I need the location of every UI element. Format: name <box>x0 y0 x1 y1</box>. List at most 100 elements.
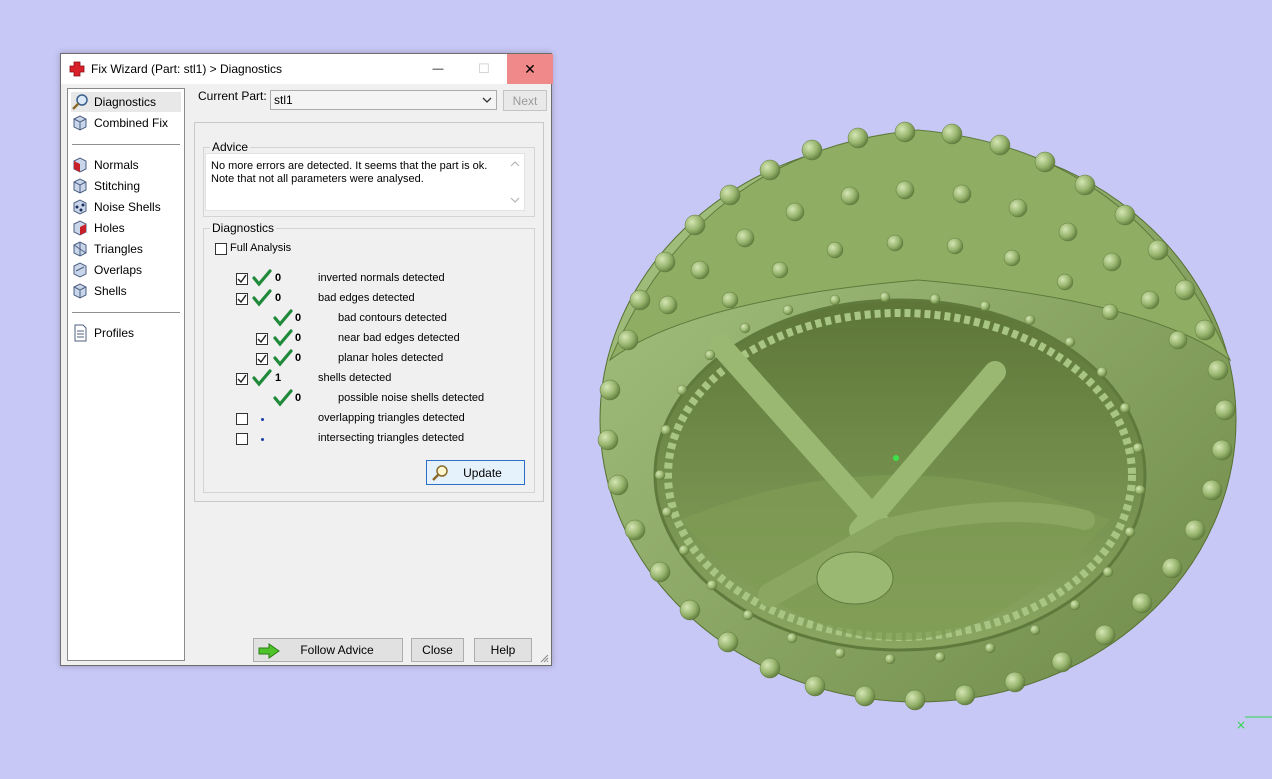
help-button-label: Help <box>490 643 516 657</box>
bad-edges-checkbox[interactable] <box>236 293 248 305</box>
next-button[interactable]: Next <box>503 90 547 111</box>
ok-check-icon <box>252 369 272 387</box>
triangles-icon <box>73 241 87 257</box>
nav-item-holes[interactable]: Holes <box>71 218 125 238</box>
intersecting-triangles-checkbox[interactable] <box>236 433 248 445</box>
overlaps-icon <box>73 262 87 278</box>
full-analysis-label: Full Analysis <box>230 242 292 254</box>
advice-text-box: No more errors are detected. It seems th… <box>205 153 525 211</box>
update-button-label: Update <box>463 465 502 480</box>
pending-dot-icon <box>261 438 264 441</box>
ok-check-icon <box>252 289 272 307</box>
shells-count: 1 <box>275 372 282 384</box>
overlapping-triangles-checkbox[interactable] <box>236 413 248 425</box>
advice-title: Advice <box>210 140 251 154</box>
planar-holes-checkbox[interactable] <box>256 353 268 365</box>
inverted-normals-checkbox[interactable] <box>236 273 248 285</box>
nav-item-combined-fix[interactable]: Combined Fix <box>71 113 168 133</box>
help-button[interactable]: Help <box>474 638 532 662</box>
svg-text:×: × <box>1236 718 1246 732</box>
diagnostics-panel: Advice No more errors are detected. It s… <box>194 122 544 502</box>
document-icon <box>74 324 87 342</box>
maximize-icon: ☐ <box>478 61 490 76</box>
nav-divider <box>72 312 180 313</box>
overlapping-triangles-label: overlapping triangles detected <box>318 412 465 424</box>
inverted-normals-label: inverted normals detected <box>318 272 445 284</box>
cube-icon <box>73 115 87 131</box>
nav-item-label: Holes <box>94 221 125 235</box>
checkmark-icon <box>237 294 247 304</box>
nav-item-triangles[interactable]: Triangles <box>71 239 143 259</box>
magnifier-icon <box>432 465 448 481</box>
shells-label: shells detected <box>318 372 392 384</box>
follow-advice-label: Follow Advice <box>300 643 374 657</box>
nav-item-noise-shells[interactable]: Noise Shells <box>71 197 161 217</box>
checkmark-icon <box>237 374 247 384</box>
bad-contours-label: bad contours detected <box>338 312 447 324</box>
nav-item-shells[interactable]: Shells <box>71 281 127 301</box>
full-analysis-checkbox[interactable] <box>215 243 227 255</box>
follow-advice-button[interactable]: Follow Advice <box>253 638 403 662</box>
checkmark-icon <box>257 334 267 344</box>
shells-icon <box>73 283 87 299</box>
minimize-button[interactable]: — <box>415 54 461 84</box>
fix-wizard-window: Fix Wizard (Part: stl1) > Diagnostics — … <box>60 53 553 666</box>
shells-checkbox[interactable] <box>236 373 248 385</box>
near-bad-edges-count: 0 <box>295 332 302 344</box>
current-part-value: stl1 <box>274 93 293 107</box>
ok-check-icon <box>252 269 272 287</box>
maximize-button[interactable]: ☐ <box>461 54 507 84</box>
magnifier-icon <box>72 94 88 110</box>
current-part-label: Current Part: <box>198 89 267 103</box>
red-cross-icon <box>69 61 85 77</box>
inverted-normals-count: 0 <box>275 272 282 284</box>
next-button-label: Next <box>512 93 538 108</box>
bad-contours-count: 0 <box>295 312 302 324</box>
advice-scrollbar[interactable] <box>508 158 522 206</box>
advice-line-2: Note that not all parameters were analys… <box>211 173 424 185</box>
close-button-label: Close <box>422 643 453 657</box>
ok-check-icon <box>273 329 293 347</box>
nav-item-label: Stitching <box>94 179 141 193</box>
stitching-cube-icon <box>73 178 87 194</box>
nav-item-label: Shells <box>94 284 127 298</box>
ok-check-icon <box>273 349 293 367</box>
nav-item-label: Combined Fix <box>94 116 169 130</box>
arrow-right-icon <box>258 643 280 659</box>
pending-dot-icon <box>261 418 264 421</box>
resize-grip-icon[interactable] <box>539 653 549 663</box>
holes-cube-icon <box>73 220 87 236</box>
chevron-down-icon <box>482 97 492 103</box>
title-bar[interactable]: Fix Wizard (Part: stl1) > Diagnostics — … <box>61 54 553 84</box>
advice-line-1: No more errors are detected. It seems th… <box>211 160 488 172</box>
minimize-icon: — <box>432 63 444 75</box>
nav-item-normals[interactable]: Normals <box>71 155 139 175</box>
nav-item-diagnostics[interactable]: Diagnostics <box>71 92 181 112</box>
near-bad-edges-label: near bad edges detected <box>338 332 460 344</box>
bad-edges-count: 0 <box>275 292 282 304</box>
close-icon: ✕ <box>524 60 536 77</box>
close-button[interactable]: Close <box>411 638 464 662</box>
nav-item-label: Noise Shells <box>94 200 161 214</box>
window-title: Fix Wizard (Part: stl1) > Diagnostics <box>91 62 283 76</box>
ok-check-icon <box>273 389 293 407</box>
wizard-nav: Diagnostics Combined Fix Normals Stitchi… <box>67 88 185 661</box>
bad-edges-label: bad edges detected <box>318 292 415 304</box>
planar-holes-count: 0 <box>295 352 302 364</box>
close-window-button[interactable]: ✕ <box>507 54 553 84</box>
ok-check-icon <box>273 309 293 327</box>
nav-item-profiles[interactable]: Profiles <box>71 323 134 343</box>
nav-item-label: Overlaps <box>94 263 143 277</box>
intersecting-triangles-label: intersecting triangles detected <box>318 432 465 444</box>
checkmark-icon <box>257 354 267 364</box>
nav-item-stitching[interactable]: Stitching <box>71 176 140 196</box>
update-button[interactable]: Update <box>426 460 525 485</box>
noise-shells-count: 0 <box>295 392 302 404</box>
nav-item-overlaps[interactable]: Overlaps <box>71 260 142 280</box>
near-bad-edges-checkbox[interactable] <box>256 333 268 345</box>
current-part-select[interactable]: stl1 <box>270 90 497 110</box>
noise-shells-label: possible noise shells detected <box>338 392 485 404</box>
nav-item-label: Diagnostics <box>94 95 157 109</box>
normals-cube-icon <box>73 157 87 173</box>
nav-item-label: Triangles <box>94 242 143 256</box>
